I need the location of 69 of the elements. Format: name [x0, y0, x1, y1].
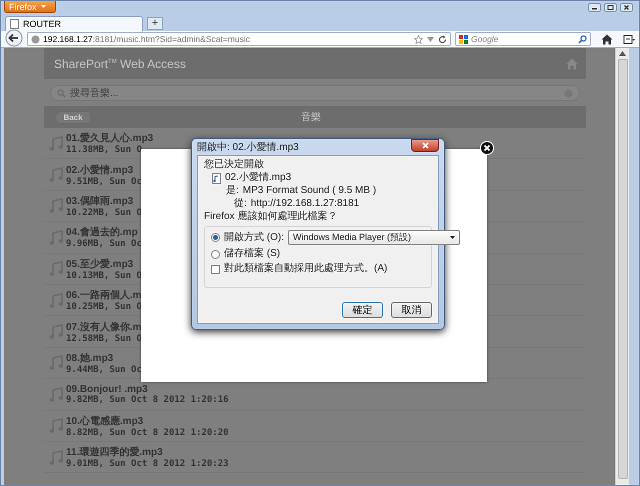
scrollbar[interactable] — [615, 48, 629, 485]
track-name: 06.一路兩個人.m — [66, 288, 142, 302]
track-info: 11.38MB, Sun O — [66, 145, 143, 156]
option-label: 儲存檔案 (S) — [224, 248, 280, 260]
radio-button[interactable] — [211, 233, 220, 242]
track-name: 01.愛久見人心.mp3 — [66, 131, 154, 145]
track-info: 8.82MB, Sun Oct 8 2012 1:20:20 — [66, 428, 229, 438]
dropdown-icon[interactable] — [426, 34, 435, 44]
file-name: 02.小愛情.mp3 — [225, 172, 292, 184]
cancel-button[interactable]: 取消 — [391, 302, 432, 318]
intro-text: 您已決定開啟 — [204, 159, 265, 171]
scroll-up-icon[interactable] — [619, 51, 626, 56]
browser-tab[interactable]: ROUTER — [5, 16, 143, 31]
application-dropdown[interactable]: Windows Media Player (預設) — [288, 230, 460, 245]
question-text: Firefox 應該如何處理此檔案？ — [204, 211, 338, 223]
caret-icon — [40, 5, 46, 8]
source-label: 從: — [234, 198, 247, 210]
track-name: 10.心電感應.mp3 — [66, 414, 144, 428]
checkbox[interactable] — [211, 264, 220, 274]
track-info: 9.82MB, Sun Oct 8 2012 1:20:16 — [66, 394, 229, 405]
close-icon[interactable] — [480, 141, 494, 155]
track-name: 09.Bonjour! .mp3 — [66, 384, 149, 395]
back-button[interactable]: Back — [55, 110, 91, 124]
radio-button[interactable] — [211, 250, 220, 258]
caret-icon — [450, 236, 455, 239]
track-row[interactable]: 10.心電感應.mp3 8.82MB, Sun Oct 8 2012 1:20:20 — [44, 410, 586, 442]
close-button[interactable] — [620, 3, 633, 12]
track-name: 05.至少愛.mp3 — [66, 258, 134, 271]
ok-button[interactable]: 確定 — [342, 302, 383, 318]
close-button[interactable] — [411, 139, 439, 152]
music-search-field[interactable]: 搜尋音樂... — [50, 85, 580, 101]
home-icon[interactable] — [601, 34, 613, 44]
reload-icon[interactable] — [438, 34, 447, 44]
type-label: 是: — [226, 185, 239, 197]
new-tab-button[interactable]: + — [147, 17, 163, 30]
type-value: MP3 Format Sound ( 9.5 MB ) — [242, 185, 376, 197]
track-info: 9.96MB, Sun Oc — [66, 239, 142, 250]
close-icon — [422, 142, 428, 149]
track-name: 04.會過去的.mp — [66, 226, 139, 239]
track-info: 9.51MB, Sun Oc — [66, 176, 142, 187]
address-field[interactable]: 192.168.1.27:8181/music.htm?Sid=admin&Scat=music — [27, 32, 451, 46]
track-name: 08.她.mp3 — [66, 352, 114, 365]
restore-button[interactable] — [604, 3, 617, 12]
track-name: 11.環遊四季的愛.mp3 — [66, 446, 164, 459]
option-label: 開啟方式 (O): — [224, 232, 284, 244]
page-heading: 音樂 — [301, 110, 321, 124]
track-row[interactable]: 11.環遊四季的愛.mp3 9.01MB, Sun Oct 8 2012 1:20:23 — [44, 442, 586, 474]
search-icon[interactable] — [578, 34, 587, 44]
dialog-title: 開啟中: 02.小愛情.mp3 — [197, 140, 299, 154]
bookmarks-icon[interactable] — [623, 34, 635, 44]
firefox-menu-button[interactable]: Firefox — [4, 1, 56, 13]
search-icon — [57, 88, 66, 98]
source-value: http://192.168.1.27:8181 — [250, 198, 360, 210]
star-icon[interactable] — [414, 34, 423, 44]
minimize-button[interactable] — [588, 3, 601, 12]
checkbox-label: 對此類檔案自動採用此處理方式。(A) — [224, 263, 388, 275]
site-title: SharePort$^{TM}$ Web Access — [54, 56, 186, 70]
search-field[interactable]: Google — [455, 32, 591, 46]
track-info: 9.44MB, Sun Oc — [66, 364, 142, 375]
track-name: 03.偶陣雨.mp3 — [66, 194, 134, 208]
scrollbar-thumb[interactable] — [618, 59, 628, 479]
url-text: 192.168.1.27:8181/music.htm?Sid=admin&Scat=music — [43, 34, 251, 44]
google-logo-icon — [459, 34, 468, 44]
track-name: 07.沒有人像你.m — [66, 320, 142, 334]
page-icon — [10, 19, 19, 29]
track-info: 9.01MB, Sun Oct 8 2012 1:20:23 — [66, 459, 229, 470]
back-icon[interactable] — [5, 29, 23, 47]
audio-file-icon — [212, 172, 221, 184]
track-name: 02.小愛情.mp3 — [66, 164, 134, 177]
